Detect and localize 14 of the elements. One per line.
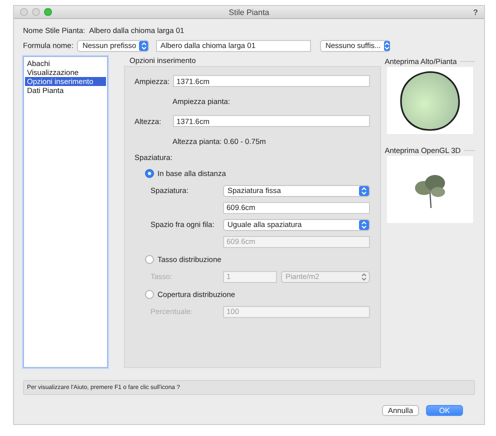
close-button[interactable] [20,8,28,16]
zoom-button[interactable] [44,8,52,16]
tree-plan-drawing [398,70,461,132]
stepper-icon [358,272,369,282]
radio-button[interactable] [144,168,154,178]
stepper-icon [139,40,148,50]
minimize-button[interactable] [32,8,40,16]
window-title: Stile Pianta [228,8,270,16]
help-icon[interactable]: ? [473,8,478,16]
radio-button[interactable] [144,254,154,264]
stepper-icon [358,220,369,230]
stepper-icon [358,186,369,196]
stepper-icon [384,40,390,50]
radio-button[interactable] [144,290,154,298]
